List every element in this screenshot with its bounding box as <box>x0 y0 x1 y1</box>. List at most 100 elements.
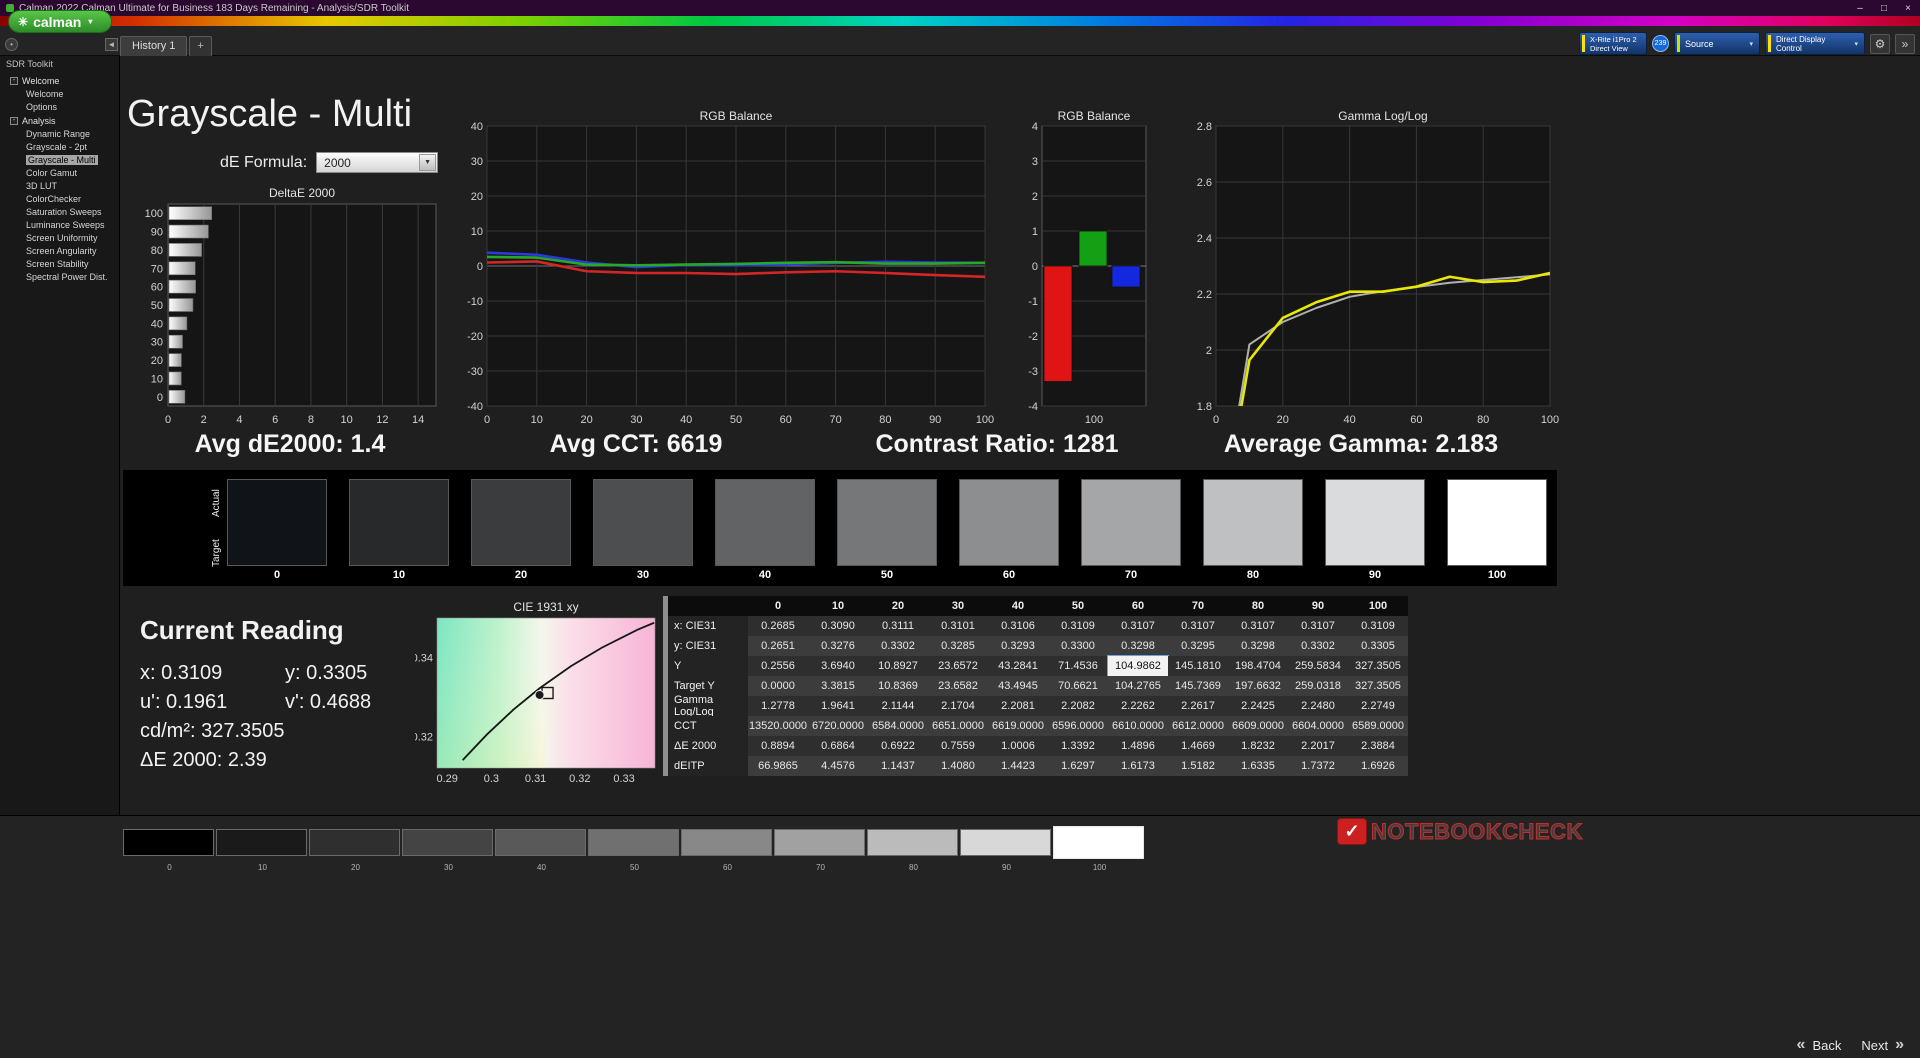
test-patch-label: 80 <box>867 863 960 872</box>
test-patch-20[interactable] <box>309 829 400 856</box>
table-cell: 0.0000 <box>748 676 808 696</box>
sidebar-item-screen-uniformity[interactable]: Screen Uniformity <box>0 232 119 245</box>
axis-label: 2.4 <box>1197 233 1212 245</box>
tab-history-1[interactable]: History 1 <box>120 36 187 56</box>
test-patch-70[interactable] <box>774 829 865 856</box>
sidebar-item-3d-lut[interactable]: 3D LUT <box>0 180 119 193</box>
swatch-row-label-actual: Actual <box>211 480 222 526</box>
axis-label: 0.31 <box>525 773 546 782</box>
test-patch-80[interactable] <box>867 829 958 856</box>
axis-label: 1.8 <box>1197 401 1212 413</box>
next-label: Next <box>1861 1038 1888 1053</box>
test-patch-90[interactable] <box>960 829 1051 856</box>
meter-button[interactable]: X-Rite i1Pro 2 Direct View <box>1579 32 1647 55</box>
sidebar-item-spectral-power-dist[interactable]: Spectral Power Dist. <box>0 271 119 284</box>
display-control-button[interactable]: Direct Display Control ▾ <box>1765 32 1865 55</box>
next-button[interactable]: Next » <box>1861 1036 1904 1054</box>
de-formula-dropdown[interactable]: 2000 ▼ <box>316 152 438 173</box>
sidebar-collapse-button[interactable]: ◄ <box>105 38 118 51</box>
calman-menu-button[interactable]: ✳ calman ▾ <box>8 10 112 33</box>
axis-label: 0.32 <box>569 773 590 782</box>
source-button[interactable]: Source ▾ <box>1674 32 1760 55</box>
minimize-button[interactable]: – <box>1848 3 1872 14</box>
axis-label: 2.8 <box>1197 121 1212 133</box>
table-cell: 259.5834 <box>1288 656 1348 676</box>
table-cell: 0.6922 <box>868 736 928 756</box>
calman-logo-text: calman <box>33 14 81 30</box>
meter-name: X-Rite i1Pro 2 <box>1590 35 1637 44</box>
test-patch-0[interactable] <box>123 829 214 856</box>
test-patch-10[interactable] <box>216 829 307 856</box>
sidebar-group-welcome[interactable]: -Welcome <box>0 74 119 88</box>
table-cell: 0.3107 <box>1168 616 1228 636</box>
axis-label: 60 <box>151 282 163 294</box>
swatch-label: 70 <box>1081 569 1181 581</box>
table-cell: 6589.0000 <box>1348 716 1408 736</box>
swatch-label: 90 <box>1325 569 1425 581</box>
sidebar-item-label: Screen Uniformity <box>26 233 98 243</box>
table-cell: 259.0318 <box>1288 676 1348 696</box>
table-row-x-cie31: x: CIE310.26850.30900.31110.31010.31060.… <box>668 616 1408 636</box>
sidebar-item-color-gamut[interactable]: Color Gamut <box>0 167 119 180</box>
table-cell: 1.0006 <box>988 736 1048 756</box>
table-cell: 2.2425 <box>1228 696 1288 716</box>
table-row-y: Y0.25563.694010.892723.657243.284171.453… <box>668 656 1408 676</box>
sidebar-item-options[interactable]: Options <box>0 101 119 114</box>
reading-y: y: 0.3305 <box>285 662 367 691</box>
axis-label: 8 <box>308 414 314 426</box>
sidebar-item-dynamic-range[interactable]: Dynamic Range <box>0 128 119 141</box>
sidebar-pin-button[interactable]: • <box>5 38 18 51</box>
sidebar-item-luminance-sweeps[interactable]: Luminance Sweeps <box>0 219 119 232</box>
table-col-header-100: 100 <box>1348 596 1408 616</box>
bottom-bar: 0102030405060708090100 ✓ NOTEBOOKCHECK «… <box>0 815 1920 1058</box>
sidebar-item-label: Welcome <box>26 89 63 99</box>
test-patch-60[interactable] <box>681 829 772 856</box>
table-row-label: Target Y <box>668 676 748 696</box>
table-cell: 6651.0000 <box>928 716 988 736</box>
swatch-label: 10 <box>349 569 449 581</box>
de-formula-value: 2000 <box>324 156 351 170</box>
tab-add-button[interactable]: + <box>189 36 211 56</box>
test-patch-30[interactable] <box>402 829 493 856</box>
sidebar-item-screen-angularity[interactable]: Screen Angularity <box>0 245 119 258</box>
collapse-box-icon[interactable]: - <box>10 77 18 85</box>
table-col-header-90: 90 <box>1288 596 1348 616</box>
rgb-bar-blue <box>1112 266 1140 287</box>
table-cell: 23.6582 <box>928 676 988 696</box>
axis-label: 0 <box>1032 261 1038 273</box>
axis-label: 80 <box>1477 414 1489 426</box>
back-button[interactable]: « Back <box>1797 1036 1842 1054</box>
sidebar-item-grayscale-2pt[interactable]: Grayscale - 2pt <box>0 141 119 154</box>
close-button[interactable]: × <box>1896 3 1920 14</box>
axis-label: 10 <box>471 226 483 238</box>
axis-label: 50 <box>730 414 742 426</box>
expand-panel-button[interactable]: » <box>1895 34 1915 54</box>
table-cell: 6610.0000 <box>1108 716 1168 736</box>
sidebar-item-saturation-sweeps[interactable]: Saturation Sweeps <box>0 206 119 219</box>
axis-label: 0.29 <box>436 773 457 782</box>
meter-mode: Direct View <box>1590 44 1628 53</box>
notebookcheck-watermark: ✓ NOTEBOOKCHECK <box>1337 818 1583 845</box>
test-patch-50[interactable] <box>588 829 679 856</box>
maximize-button[interactable]: □ <box>1872 3 1896 14</box>
tab-bar: History 1 + <box>120 33 212 56</box>
table-cell: 2.2082 <box>1048 696 1108 716</box>
axis-label: 4 <box>1032 121 1038 133</box>
sidebar-group-analysis[interactable]: -Analysis <box>0 114 119 128</box>
caret-down-icon: ▼ <box>419 154 436 171</box>
test-patch-100[interactable] <box>1053 826 1144 859</box>
axis-label: -4 <box>1028 401 1038 413</box>
current-reading-title: Current Reading <box>140 615 371 646</box>
collapse-box-icon[interactable]: - <box>10 117 18 125</box>
de-formula-row: dE Formula: 2000 ▼ <box>220 152 438 173</box>
test-patch-label: 50 <box>588 863 681 872</box>
axis-label: 100 <box>1541 414 1559 426</box>
sidebar-item-grayscale-multi[interactable]: Grayscale - Multi <box>0 154 119 167</box>
sidebar-item-colorchecker[interactable]: ColorChecker <box>0 193 119 206</box>
swatch-label: 100 <box>1447 569 1547 581</box>
sidebar-item-screen-stability[interactable]: Screen Stability <box>0 258 119 271</box>
test-patch-40[interactable] <box>495 829 586 856</box>
settings-gear-button[interactable]: ⚙ <box>1870 34 1890 54</box>
sidebar-item-welcome[interactable]: Welcome <box>0 88 119 101</box>
sidebar-item-label: Options <box>26 102 57 112</box>
